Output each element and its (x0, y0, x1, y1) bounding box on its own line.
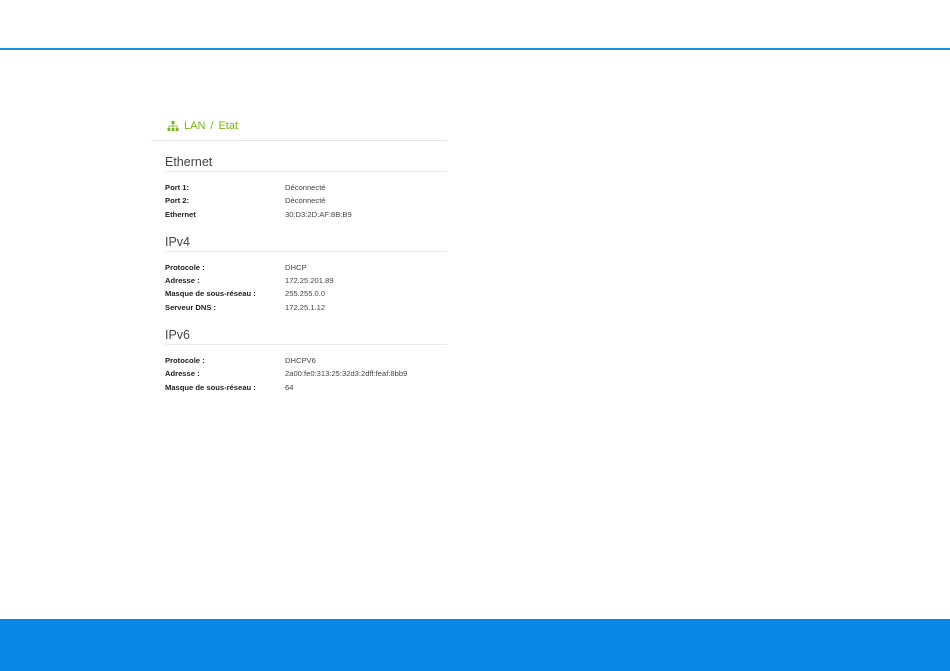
info-row: Protocole : DHCP (165, 261, 447, 274)
row-value: DHCP (285, 262, 307, 272)
row-value: Déconnecté (285, 183, 326, 192)
row-label: Masque de sous-réseau : (165, 382, 256, 392)
info-row: Masque de sous-réseau : 64 (165, 381, 447, 394)
info-row: Ethernet 30:D3:2D:AF:8B:B9 (165, 208, 447, 221)
page: LAN / Etat Ethernet Port 1: Déconnecté P… (0, 0, 950, 671)
row-value: 30:D3:2D:AF:8B:B9 (285, 209, 352, 219)
row-value: 172.25.1.12 (285, 302, 326, 312)
info-row: Adresse : 2a00:fe0:313:25:32d3:2dff:feaf… (165, 367, 447, 380)
info-row: Serveur DNS : 172.25.1.12 (165, 301, 447, 314)
breadcrumb: LAN / Etat (151, 112, 447, 141)
row-value: Déconnecté (285, 196, 326, 206)
section-title-ethernet: Ethernet (165, 141, 447, 172)
breadcrumb-lan-link[interactable]: LAN (184, 120, 205, 132)
row-label: Adresse : (165, 276, 200, 286)
section-title-ipv4: IPv4 (165, 221, 447, 252)
ethernet-section: Ethernet Port 1: Déconnecté Port 2: Déco… (151, 141, 447, 221)
footer-bar (0, 619, 950, 671)
row-label: Ethernet (165, 209, 196, 219)
breadcrumb-etat: Etat (218, 120, 239, 132)
row-value: 2a00:fe0:313:25:32d3:2dff:feaf:8bb9 (285, 369, 408, 379)
row-value: DHCPV6 (285, 356, 316, 366)
row-label: Port 1: (165, 183, 190, 192)
info-row: Masque de sous-réseau : 255.255.0.0 (165, 287, 447, 300)
network-icon (167, 121, 179, 131)
row-label: Serveur DNS : (165, 302, 217, 312)
row-label: Adresse : (165, 369, 200, 379)
info-row: Adresse : 172.25.201.89 (165, 274, 447, 287)
row-value: 255.255.0.0 (285, 289, 326, 299)
info-row: Port 1: Déconnecté (165, 181, 447, 194)
row-label: Protocole : (165, 262, 205, 272)
ipv4-section: IPv4 Protocole : DHCP Adresse : 172.25.2… (151, 221, 447, 314)
row-label: Port 2: (165, 196, 190, 206)
ipv6-section: IPv6 Protocole : DHCPV6 Adresse : 2a00:f… (151, 314, 447, 394)
section-title-ipv6: IPv6 (165, 314, 447, 346)
row-value: 64 (285, 382, 294, 392)
row-label: Masque de sous-réseau : (165, 289, 256, 299)
info-row: Protocole : DHCPV6 (165, 354, 447, 367)
lan-status-panel: LAN / Etat Ethernet Port 1: Déconnecté P… (151, 112, 447, 394)
breadcrumb-separator: / (210, 120, 214, 132)
header-divider (0, 48, 950, 50)
row-value: 172.25.201.89 (285, 276, 334, 286)
info-row: Port 2: Déconnecté (165, 194, 447, 207)
row-label: Protocole : (165, 356, 205, 366)
